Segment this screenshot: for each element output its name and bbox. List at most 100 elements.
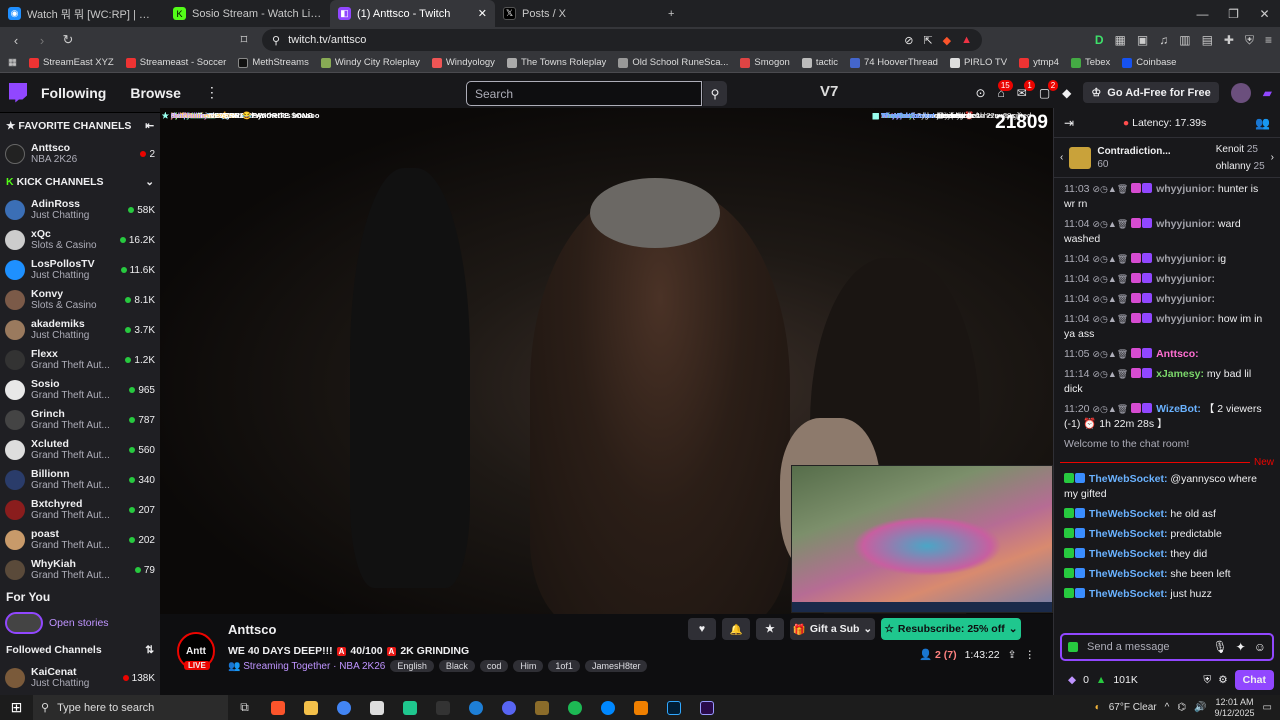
volume-icon[interactable]: 🔊 [1194, 702, 1206, 713]
open-stories-button[interactable]: Open stories [0, 609, 160, 637]
bookmark-item[interactable]: Streameast - Soccer [125, 57, 226, 68]
sidebar-item-konvy[interactable]: Konvy Slots & Casino 8.1K [0, 285, 160, 315]
close-tab-icon[interactable]: ✕ [478, 7, 487, 20]
sidebar-item-xqc[interactable]: xQc Slots & Casino 16.2K [0, 225, 160, 255]
new-tab-button[interactable]: + [660, 0, 700, 27]
channel-name[interactable]: Anttsco [228, 622, 276, 637]
browser-tab-kick[interactable]: KSosio Stream - Watch Live on Kick [165, 0, 330, 27]
forward-icon[interactable]: › [34, 33, 50, 48]
favorite-button[interactable]: ★ [756, 618, 784, 640]
chat-send-button[interactable]: Chat [1234, 670, 1274, 690]
sidebar-item-whykiah[interactable]: WhyKiah Grand Theft Aut... 79 [0, 555, 160, 585]
task-view-icon[interactable]: ⧉ [228, 695, 261, 720]
chevron-right-icon[interactable]: › [1271, 152, 1274, 163]
reload-icon[interactable]: ↻ [60, 32, 76, 48]
photoshop-icon[interactable] [657, 695, 690, 720]
picture-in-picture-stream[interactable] [791, 465, 1053, 613]
edge-icon[interactable] [459, 695, 492, 720]
discord-icon[interactable] [492, 695, 525, 720]
taskbar-search-input[interactable]: ⚲ Type here to search [33, 695, 228, 720]
minimize-icon[interactable]: — [1187, 0, 1218, 27]
media-icon[interactable]: ♫ [1159, 33, 1168, 47]
moderation-icons[interactable]: ⊘◷▲🗑 [1093, 314, 1129, 324]
restore-icon[interactable]: ❐ [1218, 0, 1249, 27]
gift-sub-button[interactable]: 🎁 Gift a Sub ⌄ [790, 618, 875, 640]
sidebar-item-kaicenat[interactable]: KaiCenat Just Chatting 138K [0, 663, 160, 693]
vpn-icon[interactable]: ⛨ [1245, 33, 1254, 48]
x-app-icon[interactable] [426, 695, 459, 720]
resubscribe-button[interactable]: ☆ Resubscribe: 25% off ⌄ [881, 618, 1021, 640]
search-input[interactable]: Search [466, 81, 702, 106]
twitch-app-icon[interactable] [393, 695, 426, 720]
no-tracking-icon[interactable]: ⊘ [904, 34, 913, 47]
more-options-icon[interactable]: ⋮ [1024, 649, 1035, 661]
premiere-icon[interactable] [690, 695, 723, 720]
sidebar-item-adinross[interactable]: AdinRoss Just Chatting 58K [0, 195, 160, 225]
twitch-logo-icon[interactable] [9, 82, 27, 103]
network-icon[interactable]: ⌬ [1177, 702, 1186, 713]
sort-icon[interactable]: ⇅ [145, 644, 154, 656]
wallet-icon[interactable]: ▤ [1202, 33, 1213, 47]
windows-start-icon[interactable]: ⊞ [0, 695, 33, 720]
sidebar-item-poast[interactable]: poast Grand Theft Aut... 202 [0, 525, 160, 555]
extension-d-icon[interactable]: D [1095, 33, 1104, 47]
search-button[interactable]: ⚲ [703, 81, 727, 106]
microphone-icon[interactable]: 🎙 [1212, 640, 1227, 654]
community-icon[interactable]: 👥 [1255, 116, 1270, 130]
notification-center-icon[interactable]: ▭ [1263, 702, 1272, 713]
url-field[interactable]: ⚲ twitch.tv/anttsco ⊘ ⇱ ◆ ▲ [262, 29, 982, 51]
bookmark-icon[interactable]: ⌑ [236, 32, 252, 48]
tag-black[interactable]: Black [438, 660, 475, 672]
bookmark-item[interactable]: Windyology [431, 57, 495, 68]
chat-input[interactable]: Send a message 🎙 ✦ ☺ [1060, 633, 1274, 661]
bookmark-item[interactable]: ytmp4 [1019, 57, 1059, 68]
bookmark-item[interactable]: PIRLO TV [949, 57, 1007, 68]
moderation-icons[interactable]: ⊘◷▲🗑 [1093, 369, 1129, 379]
sync-icon[interactable]: ⊙ [975, 86, 985, 100]
sidebar-item-flexx[interactable]: Flexx Grand Theft Aut... 1.2K [0, 345, 160, 375]
prime-icon[interactable]: ◆ [1062, 86, 1071, 100]
extensions-icon[interactable]: ✚ [1224, 33, 1234, 47]
chevron-down-icon[interactable]: ⌄ [145, 176, 154, 188]
spotify-icon[interactable] [558, 695, 591, 720]
sidebar-item-xcluted[interactable]: Xcluted Grand Theft Aut... 560 [0, 435, 160, 465]
menu-icon[interactable]: ≡ [1265, 33, 1272, 47]
chrome-icon[interactable] [327, 695, 360, 720]
bookmark-item[interactable]: Coinbase [1122, 57, 1176, 68]
browse-link[interactable]: Browse [130, 85, 181, 101]
capcut-icon[interactable] [360, 695, 393, 720]
bookmark-item[interactable]: MethStreams [238, 57, 309, 68]
weather-text[interactable]: 67°F Clear [1109, 702, 1157, 713]
share-icon[interactable]: ⇪ [1008, 649, 1017, 661]
magic-icon[interactable]: ✦ [1236, 640, 1246, 654]
bookmark-item[interactable]: Tebex [1070, 57, 1110, 68]
tag-him[interactable]: Him [513, 660, 544, 672]
bookmark-item[interactable]: tactic [801, 57, 838, 68]
site-settings-icon[interactable]: ⚲ [272, 34, 280, 47]
emoji-icon[interactable]: ☺ [1254, 640, 1266, 654]
game-app-icon[interactable] [525, 695, 558, 720]
brave-taskbar-icon[interactable] [261, 695, 294, 720]
share-icon[interactable]: ⇱ [923, 34, 932, 47]
collapse-chat-icon[interactable]: ⇥ [1064, 116, 1074, 130]
vlc-icon[interactable] [624, 695, 657, 720]
bookmark-item[interactable]: Old School RuneSca... [618, 57, 728, 68]
video-player[interactable]: ★ kkspinnin22: DESHAE FAVORITE SONG ★ cas… [160, 108, 1053, 614]
whispers-icon[interactable]: ▢ 2 [1039, 79, 1059, 100]
sidebar-item-billionn[interactable]: Billionn Grand Theft Aut... 340 [0, 465, 160, 495]
sidebar-item-sosio[interactable]: Sosio Grand Theft Aut... 965 [0, 375, 160, 405]
bookmark-item[interactable]: 74 HooverThread [850, 57, 938, 68]
more-icon[interactable]: ⋮ [205, 84, 219, 101]
back-icon[interactable]: ‹ [8, 33, 24, 48]
moderation-icons[interactable]: ⊘◷▲🗑 [1093, 219, 1129, 229]
streaming-together-link[interactable]: 👥 Streaming Together · NBA 2K26 [228, 661, 385, 672]
tag-jamesh8ter[interactable]: JamesH8ter [584, 660, 648, 672]
sidebar-item-grinch[interactable]: Grinch Grand Theft Aut... 787 [0, 405, 160, 435]
extension-grid-icon[interactable]: ▦ [1115, 33, 1126, 47]
bookmark-item[interactable]: The Towns Roleplay [506, 57, 606, 68]
shazam-icon[interactable] [591, 695, 624, 720]
sidebar-item-akademiks[interactable]: akademiks Just Chatting 3.7K [0, 315, 160, 345]
browser-tab-x[interactable]: 𝕏 Posts / X [495, 0, 660, 27]
chevron-left-icon[interactable]: ‹ [1060, 152, 1063, 163]
notifications-button[interactable]: 🔔 [722, 618, 750, 640]
